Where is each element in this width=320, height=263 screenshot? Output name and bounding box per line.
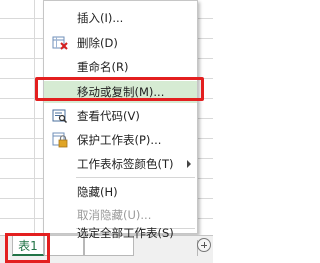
protect-sheet-icon — [52, 132, 68, 148]
menu-item-select-all-sheets-label: 选定全部工作表(S) — [77, 226, 174, 240]
menu-item-view-code-label: 查看代码(V) — [77, 109, 140, 123]
move-or-copy-highlight-box — [35, 77, 204, 101]
menu-item-protect-sheet-label: 保护工作表(P)... — [77, 133, 162, 147]
menu-item-insert-label: 插入(I)... — [77, 11, 124, 25]
delete-sheet-icon — [52, 35, 68, 51]
menu-item-rename[interactable]: 重命名(R) — [44, 56, 197, 78]
menu-item-tab-color-label: 工作表标签颜色(T) — [77, 157, 174, 171]
menu-item-protect-sheet[interactable]: 保护工作表(P)... — [44, 129, 197, 151]
menu-item-view-code[interactable]: 查看代码(V) — [44, 105, 197, 127]
menu-item-select-all-sheets[interactable]: 选定全部工作表(S) — [44, 212, 197, 240]
menu-item-insert[interactable]: 插入(I)... — [44, 7, 197, 29]
view-code-icon — [52, 108, 68, 124]
menu-item-hide[interactable]: 隐藏(H) — [44, 181, 197, 203]
menu-item-rename-label: 重命名(R) — [77, 60, 129, 74]
sheet-tab-context-menu: 插入(I)... 删除(D) 重命名(R) 移动或复制(M)... 查看代码(V… — [43, 0, 198, 234]
menu-item-delete-label: 删除(D) — [77, 36, 118, 50]
menu-separator — [76, 177, 195, 178]
menu-item-hide-label: 隐藏(H) — [77, 185, 118, 199]
add-sheet-button[interactable] — [197, 238, 211, 252]
active-sheet-tab-highlight-box — [5, 233, 50, 263]
submenu-arrow-icon — [187, 160, 191, 168]
menu-item-tab-color[interactable]: 工作表标签颜色(T) — [44, 153, 197, 175]
menu-item-delete[interactable]: 删除(D) — [44, 32, 197, 54]
